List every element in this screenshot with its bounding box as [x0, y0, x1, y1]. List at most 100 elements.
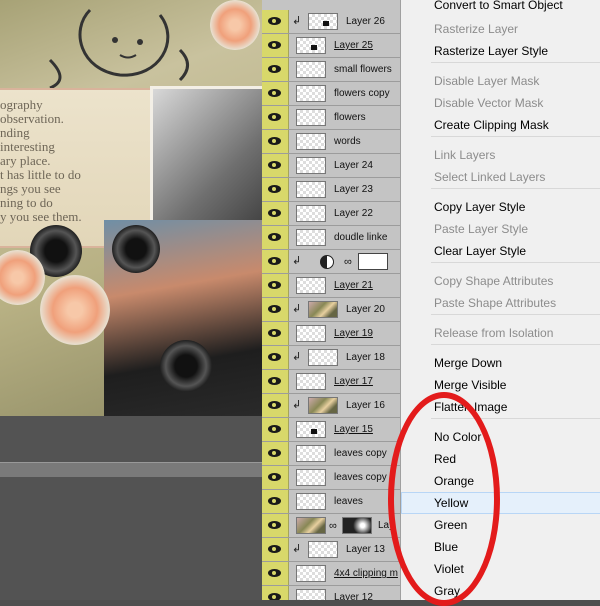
layer-name[interactable]: leaves — [334, 496, 363, 507]
layer-row[interactable]: flowers copy — [262, 82, 400, 106]
layer-thumbnail[interactable] — [296, 85, 326, 102]
layer-thumbnail[interactable] — [296, 565, 326, 582]
layer-row[interactable]: ↲ Layer 13 — [262, 538, 400, 562]
layer-thumbnail[interactable] — [308, 397, 338, 414]
layer-thumbnail[interactable] — [296, 469, 326, 486]
visibility-toggle[interactable] — [262, 538, 289, 561]
layer-name[interactable]: doudle linke — [334, 232, 387, 243]
layer-name[interactable]: Layer 22 — [334, 208, 373, 219]
layer-name[interactable]: flowers copy — [334, 88, 390, 99]
layer-row[interactable]: small flowers — [262, 58, 400, 82]
layer-thumbnail[interactable] — [296, 181, 326, 198]
visibility-toggle[interactable] — [262, 250, 289, 273]
menu-item-disable-vector-mask[interactable]: Disable Vector Mask — [401, 92, 600, 114]
visibility-toggle[interactable] — [262, 226, 289, 249]
menu-item-copy-shape-attributes[interactable]: Copy Shape Attributes — [401, 270, 600, 292]
layer-row[interactable]: flowers — [262, 106, 400, 130]
visibility-toggle[interactable] — [262, 322, 289, 345]
layer-name[interactable]: Layer 12 — [334, 592, 373, 600]
layer-name[interactable]: Layer 26 — [346, 16, 385, 27]
layer-name[interactable]: leaves copy — [334, 448, 387, 459]
layer-thumbnail[interactable] — [296, 325, 326, 342]
layer-row[interactable]: Layer 23 — [262, 178, 400, 202]
layer-name[interactable]: leaves copy — [334, 472, 387, 483]
layer-thumbnail[interactable] — [296, 493, 326, 510]
menu-item-paste-shape-attributes[interactable]: Paste Shape Attributes — [401, 292, 600, 314]
layer-row[interactable]: ↲ Layer 26 — [262, 10, 400, 34]
menu-item-merge-down[interactable]: Merge Down — [401, 352, 600, 374]
layer-thumbnail[interactable] — [296, 157, 326, 174]
menu-item-rasterize-layer[interactable]: Rasterize Layer — [401, 18, 600, 40]
layer-row[interactable]: ↲ Layer 16 — [262, 394, 400, 418]
visibility-toggle[interactable] — [262, 394, 289, 417]
layer-thumbnail[interactable] — [296, 133, 326, 150]
visibility-toggle[interactable] — [262, 82, 289, 105]
horizontal-scrollbar[interactable] — [0, 462, 262, 477]
visibility-toggle[interactable] — [262, 442, 289, 465]
layer-mask-thumbnail[interactable] — [342, 517, 372, 534]
layer-thumbnail[interactable] — [296, 61, 326, 78]
layer-row[interactable]: ↲ Layer 18 — [262, 346, 400, 370]
layers-panel[interactable]: ↲ Layer 26 Layer 25 small flowers flowers co… — [262, 0, 400, 600]
layer-row[interactable]: Layer 25 — [262, 34, 400, 58]
visibility-toggle[interactable] — [262, 178, 289, 201]
visibility-toggle[interactable] — [262, 106, 289, 129]
layer-name[interactable]: Layer 20 — [346, 304, 385, 315]
layer-thumbnail[interactable] — [296, 373, 326, 390]
layer-row[interactable]: ↲ ∞ — [262, 250, 400, 274]
visibility-toggle[interactable] — [262, 562, 289, 585]
layer-name[interactable]: Layer 23 — [334, 184, 373, 195]
layer-row[interactable]: Layer 15 — [262, 418, 400, 442]
layer-thumbnail[interactable] — [296, 517, 326, 534]
layer-name[interactable]: Layer 17 — [334, 376, 373, 387]
layer-thumbnail[interactable] — [296, 37, 326, 54]
layer-name[interactable]: Layer 15 — [334, 424, 373, 435]
menu-item-merge-visible[interactable]: Merge Visible — [401, 374, 600, 396]
layer-name[interactable]: Layer 19 — [334, 328, 373, 339]
menu-item-paste-layer-style[interactable]: Paste Layer Style — [401, 218, 600, 240]
layer-thumbnail[interactable] — [308, 13, 338, 30]
layer-row[interactable]: leaves copy — [262, 442, 400, 466]
visibility-toggle[interactable] — [262, 154, 289, 177]
menu-item-clear-layer-style[interactable]: Clear Layer Style — [401, 240, 600, 262]
layer-row[interactable]: leaves — [262, 490, 400, 514]
layer-thumbnail[interactable] — [308, 541, 338, 558]
visibility-toggle[interactable] — [262, 274, 289, 297]
menu-item-link-layers[interactable]: Link Layers — [401, 144, 600, 166]
menu-item-rasterize-layer-style[interactable]: Rasterize Layer Style — [401, 40, 600, 62]
layer-name[interactable]: small flowers — [334, 64, 392, 75]
visibility-toggle[interactable] — [262, 58, 289, 81]
layer-thumbnail[interactable] — [296, 445, 326, 462]
layer-name[interactable]: 4x4 clipping m — [334, 568, 398, 579]
visibility-toggle[interactable] — [262, 130, 289, 153]
layer-row[interactable]: 4x4 clipping m — [262, 562, 400, 586]
menu-item-copy-layer-style[interactable]: Copy Layer Style — [401, 196, 600, 218]
layer-name[interactable]: Layer 18 — [346, 352, 385, 363]
layer-row[interactable]: Layer 19 — [262, 322, 400, 346]
visibility-toggle[interactable] — [262, 586, 289, 600]
layer-name[interactable]: Layer 16 — [346, 400, 385, 411]
visibility-toggle[interactable] — [262, 10, 289, 33]
visibility-toggle[interactable] — [262, 34, 289, 57]
menu-item-select-linked-layers[interactable]: Select Linked Layers — [401, 166, 600, 188]
layer-row[interactable]: ∞ Lay — [262, 514, 400, 538]
layer-name[interactable]: Layer 21 — [334, 280, 373, 291]
layer-row[interactable]: ↲ Layer 20 — [262, 298, 400, 322]
menu-item-create-clipping-mask[interactable]: Create Clipping Mask — [401, 114, 600, 136]
layer-thumbnail[interactable] — [296, 277, 326, 294]
layer-name[interactable]: Layer 13 — [346, 544, 385, 555]
visibility-toggle[interactable] — [262, 370, 289, 393]
layer-row[interactable]: leaves copy — [262, 466, 400, 490]
layer-thumbnail[interactable] — [296, 109, 326, 126]
visibility-toggle[interactable] — [262, 418, 289, 441]
layer-row[interactable]: Layer 17 — [262, 370, 400, 394]
menu-item-release-from-isolation[interactable]: Release from Isolation — [401, 322, 600, 344]
layer-name[interactable]: Layer 25 — [334, 40, 373, 51]
layer-thumbnail[interactable] — [308, 349, 338, 366]
visibility-toggle[interactable] — [262, 466, 289, 489]
layer-mask-thumbnail[interactable] — [358, 253, 388, 270]
menu-item-convert-to-smart-object[interactable]: Convert to Smart Object — [401, 0, 600, 16]
menu-item-disable-layer-mask[interactable]: Disable Layer Mask — [401, 70, 600, 92]
visibility-toggle[interactable] — [262, 298, 289, 321]
layer-thumbnail[interactable] — [296, 205, 326, 222]
